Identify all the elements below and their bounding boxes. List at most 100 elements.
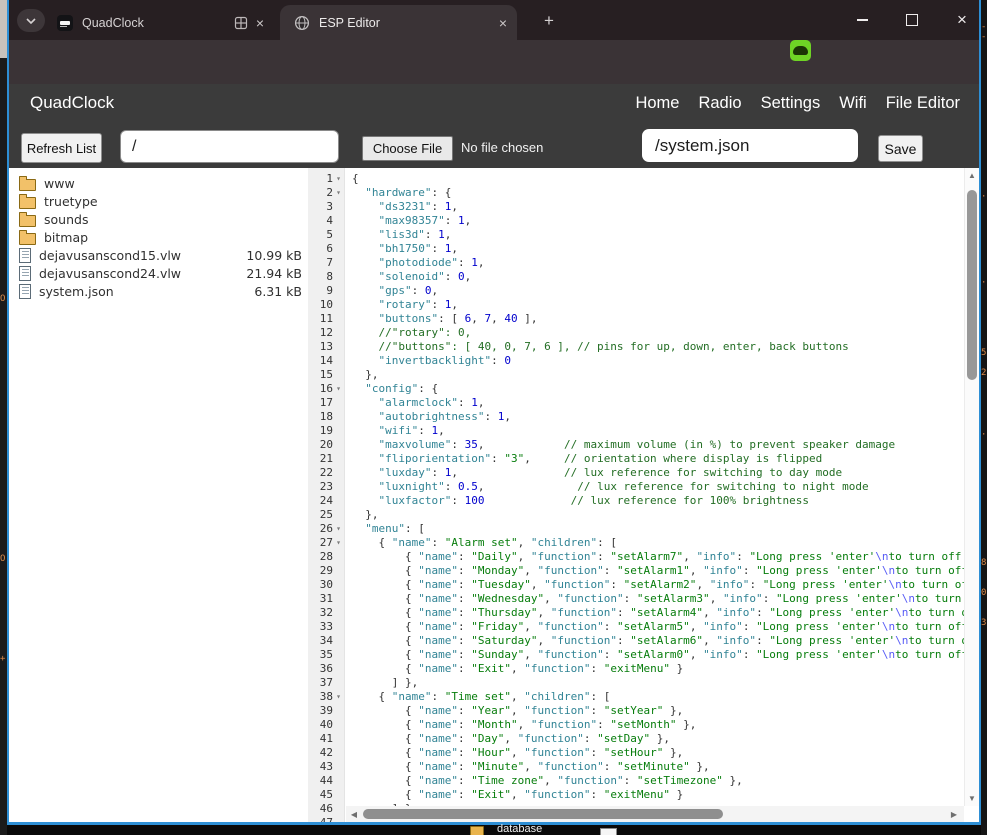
code-line[interactable]: "ds3231": 1, — [352, 200, 964, 214]
code-line[interactable]: "lis3d": 1, — [352, 228, 964, 242]
code-line[interactable]: "config": { — [352, 382, 964, 396]
fold-icon[interactable]: ▾ — [333, 186, 344, 200]
code-line[interactable]: "photodiode": 1, — [352, 256, 964, 270]
code-line[interactable]: { "name": "Alarm set", "children": [ — [352, 536, 964, 550]
horizontal-scrollbar[interactable]: ◀ ▶ — [346, 806, 964, 822]
code-line[interactable]: { "name": "Saturday", "function": "setAl… — [352, 634, 964, 648]
file-row[interactable]: dejavusanscond24.vlw21.94 kB — [9, 264, 308, 282]
folder-icon — [19, 215, 36, 227]
code-line[interactable]: "invertbacklight": 0 — [352, 354, 964, 368]
code-line[interactable]: { "name": "Month", "function": "setMonth… — [352, 718, 964, 732]
folder-row[interactable]: bitmap — [9, 228, 308, 246]
line-number: 2▾ — [308, 186, 344, 200]
code-line[interactable]: { "name": "Tuesday", "function": "setAla… — [352, 578, 964, 592]
path-input[interactable] — [120, 130, 339, 163]
nav-link-home[interactable]: Home — [635, 94, 679, 113]
scroll-left-icon[interactable]: ◀ — [348, 810, 360, 819]
window-minimize-button[interactable] — [845, 6, 879, 34]
code-line[interactable]: "fliporientation": "3", // orientation w… — [352, 452, 964, 466]
code-line[interactable]: { "name": "Time zone", "function": "setT… — [352, 774, 964, 788]
tab-quadclock[interactable]: QuadClock × — [43, 5, 274, 40]
code-line[interactable]: "menu": [ — [352, 522, 964, 536]
folder-row[interactable]: truetype — [9, 192, 308, 210]
code-line[interactable]: "hardware": { — [352, 186, 964, 200]
save-button[interactable]: Save — [878, 135, 923, 162]
code-line[interactable]: { "name": "Day", "function": "setDay" }, — [352, 732, 964, 746]
code-line[interactable]: { "name": "Minute", "function": "setMinu… — [352, 760, 964, 774]
tab-esp-editor[interactable]: ESP Editor × — [280, 5, 517, 40]
desktop-folder-icon[interactable] — [470, 826, 484, 835]
code-line[interactable]: //"rotary": 0, — [352, 326, 964, 340]
background-text-fragment: -- — [981, 22, 987, 42]
code-editor[interactable]: 1▾2▾345678910111213141516▾17181920212223… — [308, 168, 979, 822]
code-line[interactable]: { "name": "Exit", "function": "exitMenu"… — [352, 788, 964, 802]
new-tab-button[interactable]: + — [538, 10, 560, 32]
nav-link-wifi[interactable]: Wifi — [839, 94, 867, 113]
nav-link-file-editor[interactable]: File Editor — [886, 94, 960, 113]
code-line[interactable]: { "name": "Exit", "function": "exitMenu"… — [352, 662, 964, 676]
scroll-up-icon[interactable]: ▲ — [965, 171, 979, 180]
fold-icon[interactable]: ▾ — [333, 536, 344, 550]
code-line[interactable]: { "name": "Thursday", "function": "setAl… — [352, 606, 964, 620]
code-line[interactable]: { "name": "Monday", "function": "setAlar… — [352, 564, 964, 578]
line-number: 42 — [308, 746, 344, 760]
code-line[interactable]: "bh1750": 1, — [352, 242, 964, 256]
choose-file-button[interactable]: Choose File — [362, 136, 453, 161]
code-line[interactable]: "gps": 0, — [352, 284, 964, 298]
nav-links: Home Radio Settings Wifi File Editor — [635, 94, 960, 113]
code-line[interactable]: { "name": "Wednesday", "function": "setA… — [352, 592, 964, 606]
code-line[interactable]: "luxday": 1, // lux reference for switch… — [352, 466, 964, 480]
code-line[interactable]: "rotary": 1, — [352, 298, 964, 312]
code-line[interactable]: { "name": "Time set", "children": [ — [352, 690, 964, 704]
nav-link-radio[interactable]: Radio — [698, 94, 741, 113]
folder-row[interactable]: www — [9, 174, 308, 192]
nav-link-settings[interactable]: Settings — [761, 94, 821, 113]
scroll-down-icon[interactable]: ▼ — [965, 794, 979, 803]
content-area: wwwtruetypesoundsbitmapdejavusanscond15.… — [9, 168, 979, 822]
code-line[interactable]: "alarmclock": 1, — [352, 396, 964, 410]
code-line[interactable]: "max98357": 1, — [352, 214, 964, 228]
tab-search-button[interactable] — [17, 9, 45, 32]
code-line[interactable]: "luxnight": 0.5, // lux reference for sw… — [352, 480, 964, 494]
filename-input[interactable] — [642, 129, 858, 162]
window-close-button[interactable]: × — [945, 6, 979, 34]
ghostery-extension-icon[interactable] — [790, 40, 811, 61]
code-line[interactable]: { "name": "Year", "function": "setYear" … — [352, 704, 964, 718]
code-line[interactable]: "luxfactor": 100 // lux reference for 10… — [352, 494, 964, 508]
fold-icon[interactable]: ▾ — [333, 172, 344, 186]
fold-icon[interactable]: ▾ — [333, 690, 344, 704]
code-line[interactable]: "buttons": [ 6, 7, 40 ], — [352, 312, 964, 326]
line-number: 38▾ — [308, 690, 344, 704]
code-line[interactable]: ] }, — [352, 676, 964, 690]
line-number: 20 — [308, 438, 344, 452]
scroll-right-icon[interactable]: ▶ — [948, 810, 960, 819]
code-line[interactable]: { "name": "Hour", "function": "setHour" … — [352, 746, 964, 760]
horizontal-scroll-thumb[interactable] — [363, 809, 723, 819]
code-line[interactable]: "autobrightness": 1, — [352, 410, 964, 424]
code-line[interactable]: }, — [352, 508, 964, 522]
window-maximize-button[interactable] — [895, 6, 929, 34]
folder-row[interactable]: sounds — [9, 210, 308, 228]
code-line[interactable]: "solenoid": 0, — [352, 270, 964, 284]
file-row[interactable]: system.json6.31 kB — [9, 282, 308, 300]
tab-close-icon[interactable]: × — [499, 16, 507, 30]
fold-icon[interactable]: ▾ — [333, 522, 344, 536]
code-line[interactable]: "maxvolume": 35, // maximum volume (in %… — [352, 438, 964, 452]
code-line[interactable]: { "name": "Daily", "function": "setAlarm… — [352, 550, 964, 564]
line-number: 21 — [308, 452, 344, 466]
code-line[interactable]: "wifi": 1, — [352, 424, 964, 438]
code-line[interactable]: { "name": "Friday", "function": "setAlar… — [352, 620, 964, 634]
file-row[interactable]: dejavusanscond15.vlw10.99 kB — [9, 246, 308, 264]
line-number: 29 — [308, 564, 344, 578]
refresh-list-button[interactable]: Refresh List — [21, 133, 102, 163]
vertical-scroll-thumb[interactable] — [967, 190, 977, 380]
code-line[interactable]: { — [352, 172, 964, 186]
code-line[interactable]: { "name": "Sunday", "function": "setAlar… — [352, 648, 964, 662]
code-line[interactable]: }, — [352, 368, 964, 382]
fold-icon[interactable]: ▾ — [333, 382, 344, 396]
editor-code-area[interactable]: { "hardware": { "ds3231": 1, "max98357":… — [346, 168, 964, 808]
quadclock-favicon — [57, 15, 73, 31]
vertical-scrollbar[interactable]: ▲ ▼ — [964, 168, 979, 806]
code-line[interactable]: //"buttons": [ 40, 0, 7, 6 ], // pins fo… — [352, 340, 964, 354]
tab-close-icon[interactable]: × — [256, 16, 264, 30]
